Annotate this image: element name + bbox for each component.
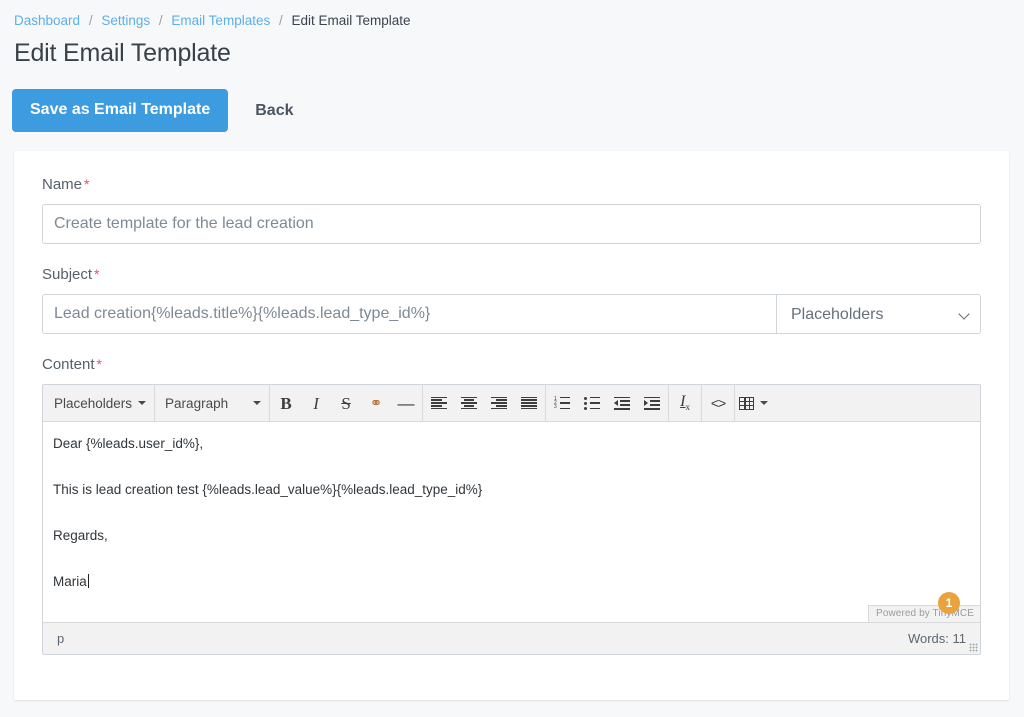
form-card: Name* Subject* Placeholders Con — [14, 151, 1009, 700]
breadcrumb: Dashboard / Settings / Email Templates /… — [0, 0, 1024, 29]
save-as-email-template-button[interactable]: Save as Email Template — [12, 89, 229, 132]
back-button[interactable]: Back — [255, 102, 293, 120]
align-center-button[interactable] — [454, 388, 484, 418]
subject-row: Placeholders — [42, 294, 981, 334]
source-code-button[interactable]: <> — [703, 388, 733, 418]
editor-paragraph-text: Maria — [53, 574, 87, 589]
toolbar-format-menu[interactable]: Paragraph — [156, 388, 268, 418]
page-title: Edit Email Template — [14, 39, 231, 67]
action-bar: Save as Email Template Back — [12, 89, 1024, 132]
editor-toolbar: Placeholders Paragraph B I S ⚭ — 1 2 3 I… — [43, 384, 980, 422]
toolbar-separator — [269, 384, 271, 422]
name-label: Name * — [42, 175, 981, 194]
decrease-indent-button[interactable] — [607, 388, 637, 418]
required-marker: * — [96, 356, 102, 372]
bold-button[interactable]: B — [271, 388, 301, 418]
subject-input[interactable] — [42, 294, 777, 334]
horizontal-rule-icon: — — [397, 393, 415, 413]
align-left-button[interactable] — [424, 388, 454, 418]
breadcrumb-item-current: Edit Email Template — [291, 13, 411, 28]
numbered-list-icon: 123 — [554, 396, 571, 410]
editor-paragraph[interactable]: Regards, — [53, 528, 970, 544]
breadcrumb-separator: / — [88, 13, 93, 28]
resize-handle[interactable] — [969, 643, 978, 652]
numbered-list-button[interactable]: 123 — [547, 388, 577, 418]
align-justify-button[interactable] — [514, 388, 544, 418]
increase-indent-button[interactable] — [637, 388, 667, 418]
bold-icon: B — [280, 393, 292, 413]
word-count: Words: 11 — [907, 631, 966, 646]
subject-placeholders-select-wrap: Placeholders — [777, 294, 981, 334]
table-icon — [739, 396, 755, 410]
name-label-text: Name — [42, 176, 83, 193]
toolbar-format-label: Paragraph — [165, 395, 229, 411]
italic-icon: I — [313, 393, 319, 413]
align-justify-icon — [521, 396, 538, 410]
toolbar-separator — [701, 384, 703, 422]
name-input[interactable] — [42, 204, 981, 244]
toolbar-separator — [668, 384, 670, 422]
align-center-icon — [461, 396, 478, 410]
content-field-group: Content * Placeholders Paragraph B I S ⚭… — [42, 355, 981, 655]
editor-paragraph[interactable]: This is lead creation test {%leads.lead_… — [53, 482, 970, 498]
element-path[interactable]: p — [57, 631, 64, 646]
rich-text-editor: Placeholders Paragraph B I S ⚭ — 1 2 3 I… — [42, 384, 981, 655]
increase-indent-icon — [644, 396, 661, 410]
name-field-group: Name * — [42, 175, 981, 244]
breadcrumb-item-dashboard[interactable]: Dashboard — [14, 13, 80, 28]
bullet-list-button[interactable] — [577, 388, 607, 418]
decrease-indent-icon — [614, 396, 631, 410]
content-label-text: Content — [42, 356, 95, 373]
subject-label-text: Subject — [42, 266, 93, 283]
editor-statusbar: p Words: 11 — [43, 622, 980, 654]
bullet-list-icon — [584, 396, 601, 410]
required-marker: * — [84, 176, 90, 192]
italic-button[interactable]: I — [301, 388, 331, 418]
toolbar-separator — [734, 384, 736, 422]
text-cursor — [87, 574, 89, 588]
align-left-icon — [431, 396, 448, 410]
breadcrumb-separator: / — [158, 13, 163, 28]
toolbar-placeholders-menu[interactable]: Placeholders — [45, 388, 153, 418]
horizontal-rule-button[interactable]: — — [391, 388, 421, 418]
breadcrumb-item-settings[interactable]: Settings — [101, 13, 150, 28]
align-right-icon — [491, 396, 508, 410]
tinymce-branding[interactable]: Powered by TinyMCE — [868, 605, 980, 622]
chevron-down-icon — [760, 401, 769, 405]
toolbar-separator — [154, 384, 156, 422]
toolbar-placeholders-label: Placeholders — [54, 395, 133, 411]
chevron-down-icon — [253, 401, 262, 405]
strikethrough-icon: S — [341, 393, 351, 413]
notification-badge[interactable]: 1 — [938, 592, 960, 614]
clear-formatting-button[interactable]: Ix — [670, 388, 700, 418]
chevron-down-icon — [138, 401, 147, 405]
editor-paragraph[interactable]: Dear {%leads.user_id%}, — [53, 436, 970, 452]
editor-paragraph[interactable]: Maria — [53, 574, 970, 590]
breadcrumb-item-email-templates[interactable]: Email Templates — [171, 13, 270, 28]
table-button[interactable] — [736, 388, 771, 418]
subject-placeholders-select[interactable]: Placeholders — [777, 294, 981, 334]
content-label: Content * — [42, 355, 981, 374]
clear-formatting-icon: Ix — [680, 393, 690, 413]
toolbar-separator — [422, 384, 424, 422]
strikethrough-button[interactable]: S — [331, 388, 361, 418]
link-icon: ⚭ — [369, 394, 383, 412]
required-marker: * — [94, 266, 100, 282]
subject-label: Subject * — [42, 265, 981, 284]
align-right-button[interactable] — [484, 388, 514, 418]
toolbar-separator — [545, 384, 547, 422]
editor-content-area[interactable]: Dear {%leads.user_id%}, This is lead cre… — [43, 422, 980, 622]
subject-field-group: Subject* Placeholders — [42, 265, 981, 334]
link-button[interactable]: ⚭ — [361, 388, 391, 418]
source-code-icon: <> — [710, 395, 726, 411]
breadcrumb-separator: / — [278, 13, 283, 28]
